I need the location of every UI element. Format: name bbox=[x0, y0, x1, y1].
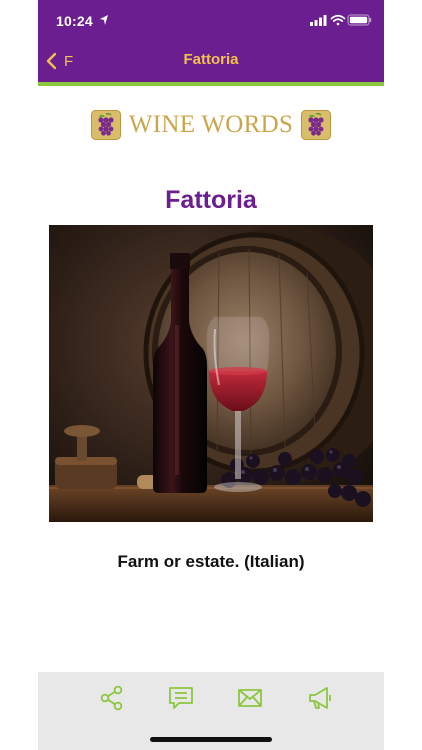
battery-icon bbox=[347, 14, 372, 26]
signal-icon bbox=[310, 15, 327, 26]
wifi-icon bbox=[330, 14, 346, 26]
term-definition: Farm or estate. (Italian) bbox=[117, 552, 305, 571]
comment-icon bbox=[169, 687, 193, 709]
comment-button[interactable] bbox=[167, 684, 195, 712]
wine-still-life-image bbox=[49, 225, 373, 522]
status-time: 10:24 bbox=[56, 13, 93, 29]
home-indicator[interactable] bbox=[150, 737, 272, 742]
share-icon bbox=[100, 685, 123, 711]
wine-words-logo: WINE WORDS bbox=[38, 108, 384, 142]
grape-badge-icon bbox=[301, 110, 332, 140]
nav-title: Fattoria bbox=[183, 51, 239, 68]
mail-icon bbox=[238, 689, 262, 707]
term-title: Fattoria bbox=[165, 186, 257, 214]
megaphone-icon bbox=[309, 687, 331, 709]
app-screen: 10:24 F Fattoria WINE WORDS Fattoria Far… bbox=[38, 0, 384, 750]
status-icons bbox=[310, 14, 372, 26]
announce-button[interactable] bbox=[306, 684, 334, 712]
mail-button[interactable] bbox=[236, 684, 264, 712]
grape-badge-icon bbox=[90, 110, 121, 140]
wine-barrel-photo bbox=[49, 225, 373, 522]
location-icon bbox=[100, 15, 108, 25]
logo-text: WINE WORDS bbox=[128, 111, 294, 138]
nav-header: 10:24 F Fattoria bbox=[38, 0, 384, 82]
share-button[interactable] bbox=[98, 684, 126, 712]
header-accent-bar bbox=[38, 82, 384, 86]
